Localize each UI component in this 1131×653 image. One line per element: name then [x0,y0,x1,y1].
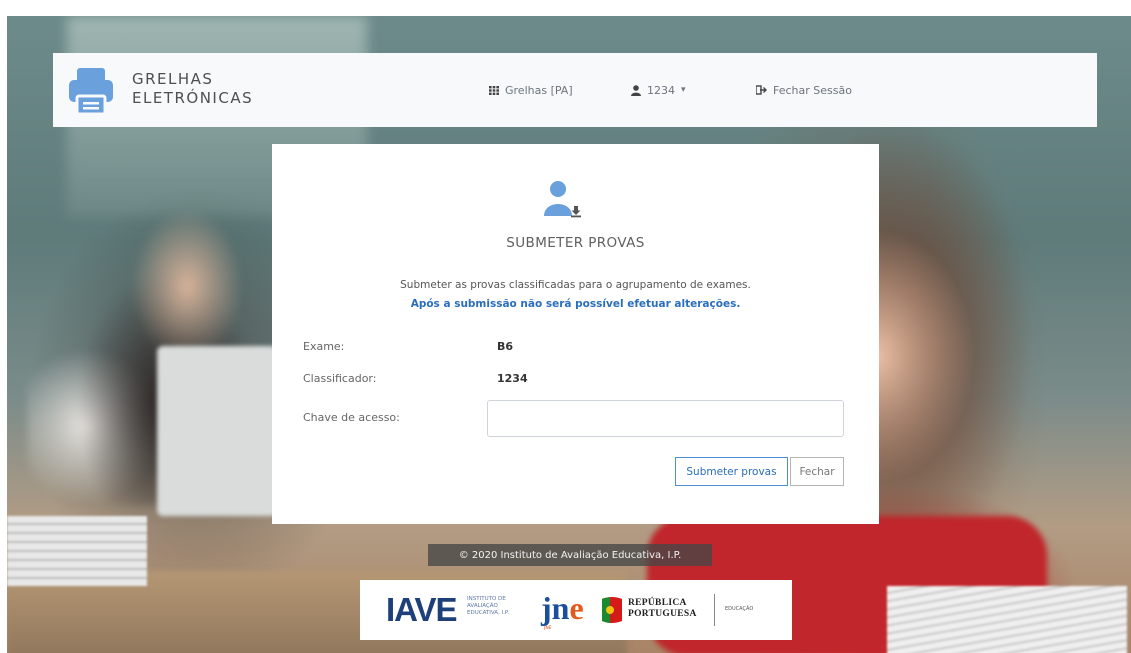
background-papers [7,516,147,586]
grid-icon [489,85,499,95]
access-key-label: Chave de acesso: [303,411,400,424]
nav-grelhas-link[interactable]: Grelhas [PA] [489,82,573,98]
exame-label: Exame: [303,340,345,353]
printer-icon[interactable] [67,66,115,116]
brand-title[interactable]: GRELHAS ELETRÓNICAS [132,70,253,108]
logout-label: Fechar Sessão [773,83,852,97]
access-key-input[interactable] [487,400,844,437]
portugal-flag-icon [602,597,622,623]
logo-divider [714,594,715,626]
submit-dialog: SUBMETER PROVAS Submeter as provas class… [272,144,879,524]
jne-logo: jne [541,590,584,626]
user-icon [631,84,641,96]
copyright-notice: © 2020 Instituto de Avaliação Educativa,… [428,544,712,566]
republica-line-2: PORTUGUESA [628,609,697,619]
dialog-description: Submeter as provas classificadas para o … [400,279,751,291]
ministry-label: EDUCAÇÃO [725,606,754,612]
jne-letter-n: n [551,590,570,626]
dialog-title: SUBMETER PROVAS [506,235,645,251]
brand-line-1: GRELHAS [132,70,214,88]
brand-line-2: ELETRÓNICAS [132,89,254,107]
sign-out-icon [756,85,767,95]
background-tablet [157,346,277,516]
republica-portuguesa-logo: REPÚBLICA PORTUGUESA [628,598,697,620]
user-dropdown-toggle[interactable]: 1234 ▾ [631,82,686,98]
iave-logo: IAVE [386,591,458,628]
iave-logo-subtitle: INSTITUTO DE AVALIAÇÃO EDUCATIVA, I.P. [467,596,510,616]
top-navbar: GRELHAS ELETRÓNICAS Grelhas [PA] 1234 ▾ … [53,53,1097,127]
user-label: 1234 [647,83,675,97]
classificador-label: Classificador: [303,372,377,385]
jne-letter-e: e [569,590,584,626]
classificador-value: 1234 [497,372,528,385]
partner-logos: IAVE INSTITUTO DE AVALIAÇÃO EDUCATIVA, I… [360,580,792,640]
dialog-warning: Após a submissão não será possível efetu… [410,298,741,310]
jne-logo-subtitle: JNE [544,626,552,631]
background-books [887,586,1127,653]
republica-line-1: REPÚBLICA [628,598,687,608]
nav-grelhas-label: Grelhas [PA] [505,83,573,97]
logout-link[interactable]: Fechar Sessão [756,82,852,98]
exame-value: B6 [497,340,514,353]
jne-letter-j: j [541,590,552,626]
user-download-icon [544,181,581,218]
close-button[interactable]: Fechar [790,457,844,486]
submit-exams-button[interactable]: Submeter provas [675,457,788,486]
chevron-down-icon: ▾ [681,85,686,95]
